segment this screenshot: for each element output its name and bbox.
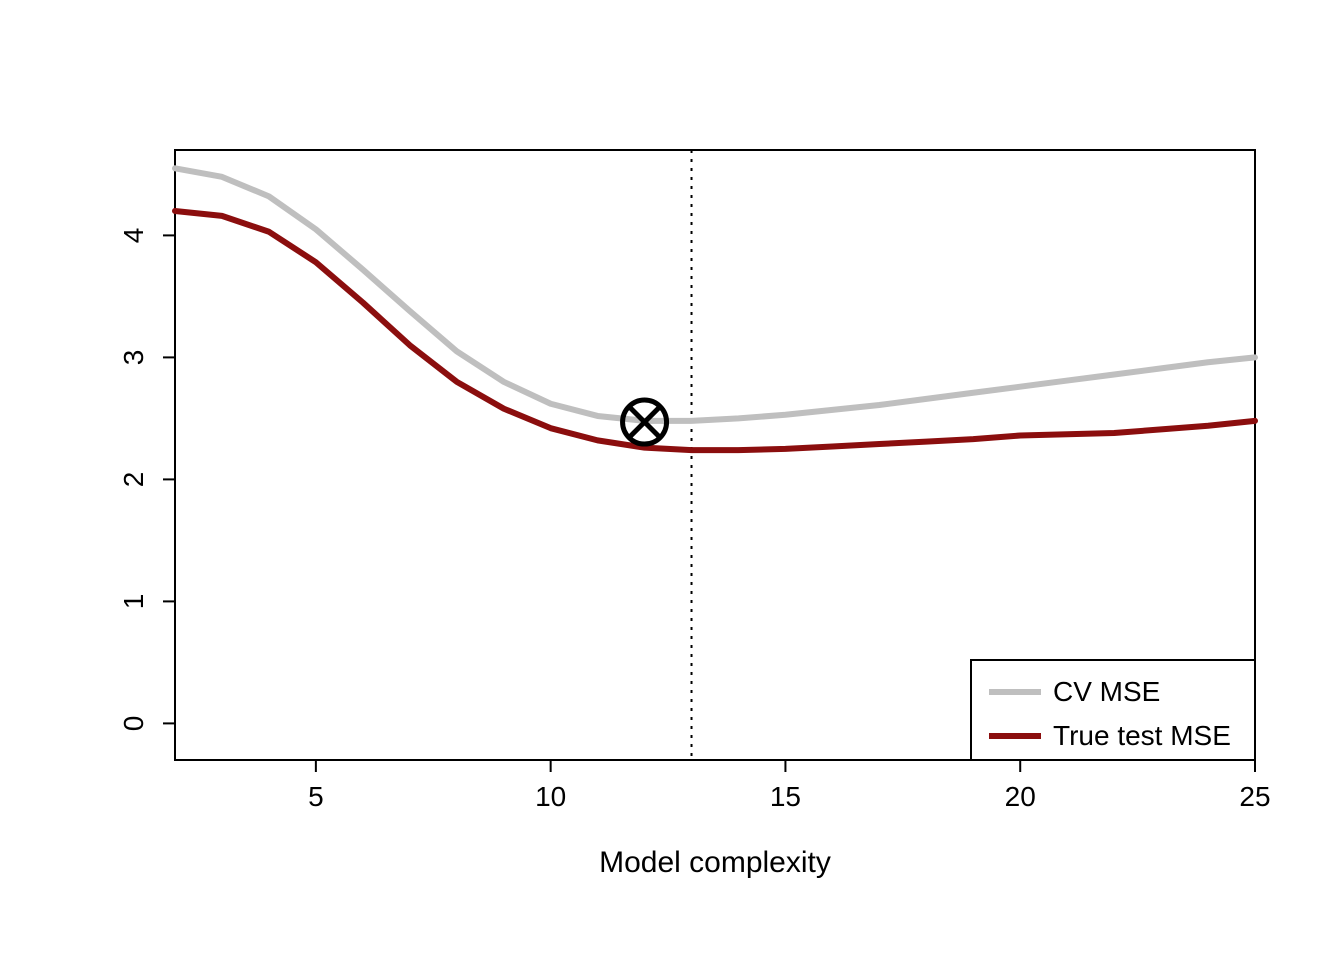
y-tick-label: 3 [118, 350, 149, 366]
y-tick-label: 4 [118, 228, 149, 244]
series-line-0 [175, 168, 1255, 421]
y-tick-label: 0 [118, 716, 149, 732]
chart-svg: 5 10 15 20 25 0 1 2 3 4 Model complexity CV MSE True… [0, 0, 1344, 960]
chart-container: 5 10 15 20 25 0 1 2 3 4 Model complexity CV MSE True… [0, 0, 1344, 960]
x-tick-label: 25 [1239, 781, 1270, 812]
y-tick-label: 2 [118, 472, 149, 488]
y-tick-label: 1 [118, 594, 149, 610]
x-axis-title: Model complexity [599, 846, 831, 879]
x-tick-label: 5 [308, 781, 324, 812]
x-tick-label: 15 [770, 781, 801, 812]
x-tick-label: 20 [1005, 781, 1036, 812]
x-tick-label: 10 [535, 781, 566, 812]
legend-label: True test MSE [1053, 720, 1231, 751]
legend-label: CV MSE [1053, 676, 1160, 707]
